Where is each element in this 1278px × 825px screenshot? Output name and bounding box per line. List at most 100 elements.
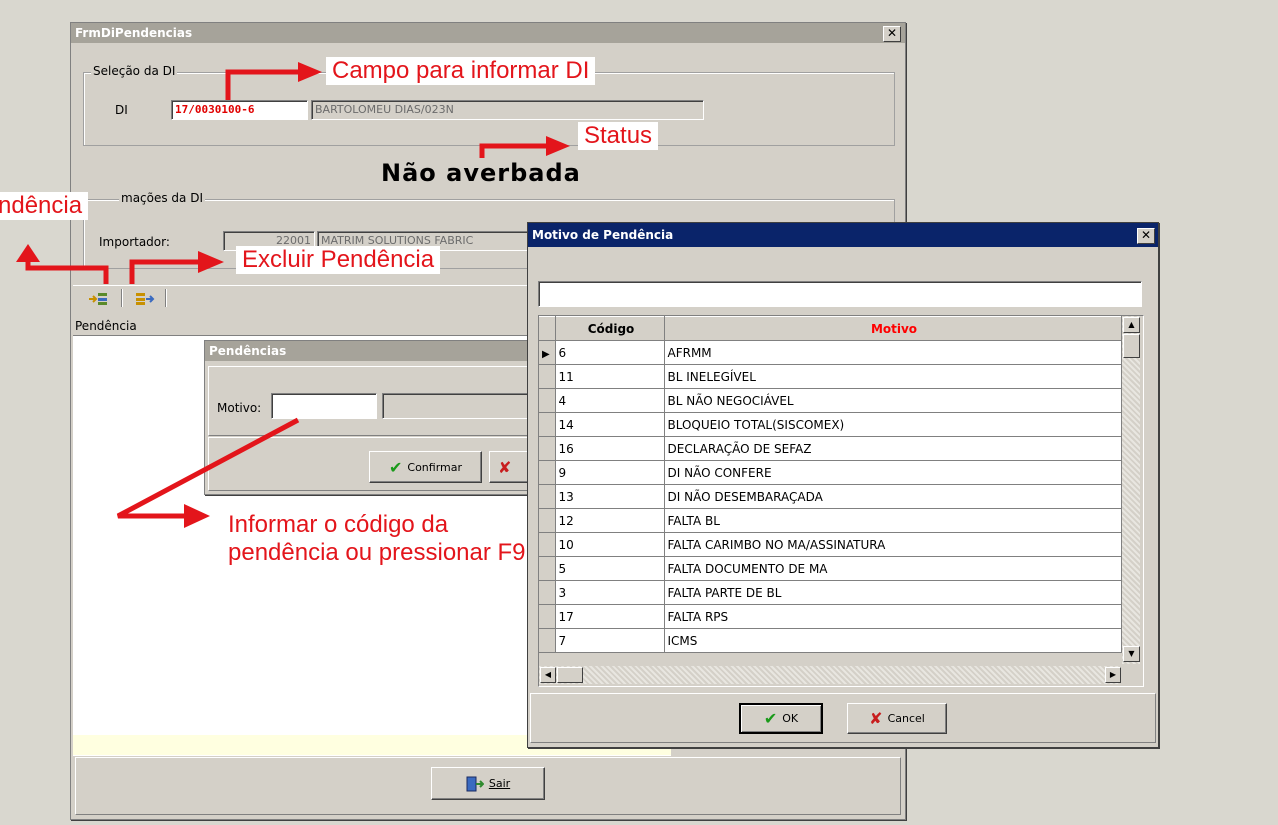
cancel-button[interactable]: ✘ Cancel bbox=[847, 703, 947, 734]
row-indicator[interactable] bbox=[539, 532, 556, 557]
motivo-search-input[interactable] bbox=[538, 281, 1142, 307]
motivo-dialog-title: Motivo de Pendência bbox=[528, 223, 1158, 247]
motivo-input[interactable] bbox=[271, 393, 377, 419]
cell-motivo[interactable]: AFRMM bbox=[664, 340, 1122, 365]
annotation-excluir: Excluir Pendência bbox=[236, 246, 441, 274]
row-indicator[interactable] bbox=[539, 580, 556, 605]
row-indicator[interactable] bbox=[539, 388, 556, 413]
table-row[interactable]: 3 FALTA PARTE DE BL bbox=[539, 580, 1122, 605]
row-indicator[interactable] bbox=[539, 484, 556, 509]
cell-codigo[interactable]: 17 bbox=[555, 604, 665, 629]
row-indicator[interactable] bbox=[539, 460, 556, 485]
cell-codigo[interactable]: 16 bbox=[555, 436, 665, 461]
cancelar-button[interactable]: ✘ bbox=[489, 451, 529, 483]
scroll-hthumb[interactable] bbox=[557, 667, 583, 683]
main-close-button[interactable]: ✕ bbox=[883, 26, 901, 42]
table-row[interactable]: 14 BLOQUEIO TOTAL(SISCOMEX) bbox=[539, 412, 1122, 437]
cell-motivo[interactable]: FALTA RPS bbox=[664, 604, 1122, 629]
door-exit-icon bbox=[466, 776, 484, 791]
cell-motivo[interactable]: FALTA PARTE DE BL bbox=[664, 580, 1122, 605]
motivo-description bbox=[382, 393, 530, 419]
cell-codigo[interactable]: 4 bbox=[555, 388, 665, 413]
table-row[interactable]: 10 FALTA CARIMBO NO MA/ASSINATURA bbox=[539, 532, 1122, 557]
remove-pendencia-button[interactable] bbox=[125, 288, 165, 310]
row-indicator[interactable] bbox=[539, 436, 556, 461]
cell-motivo[interactable]: BL NÃO NEGOCIÁVEL bbox=[664, 388, 1122, 413]
close-icon: ✕ bbox=[1140, 228, 1152, 242]
scroll-left-button[interactable]: ◀ bbox=[540, 667, 556, 683]
motivo-grid: Código Motivo ▶ 6 AFRMM 11 BL INELEGÍVEL 4 BL … bbox=[538, 315, 1144, 687]
table-row[interactable]: 13 DI NÃO DESEMBARAÇADA bbox=[539, 484, 1122, 509]
add-pendencia-button[interactable] bbox=[76, 288, 120, 310]
pendencias-dialog-title: Pendências bbox=[205, 341, 533, 361]
table-row[interactable]: 16 DECLARAÇÃO DE SEFAZ bbox=[539, 436, 1122, 461]
sair-button[interactable]: Sair bbox=[431, 767, 545, 800]
cell-motivo[interactable]: BL INELEGÍVEL bbox=[664, 364, 1122, 389]
cell-codigo[interactable]: 11 bbox=[555, 364, 665, 389]
x-icon: ✘ bbox=[869, 709, 883, 728]
cell-codigo[interactable]: 13 bbox=[555, 484, 665, 509]
table-row[interactable]: 9 DI NÃO CONFERE bbox=[539, 460, 1122, 485]
ok-button[interactable]: ✔ OK bbox=[739, 703, 823, 734]
cell-codigo[interactable]: 9 bbox=[555, 460, 665, 485]
header-codigo[interactable]: Código bbox=[555, 316, 665, 341]
scroll-right-button[interactable]: ▶ bbox=[1105, 667, 1121, 683]
table-row[interactable]: 7 ICMS bbox=[539, 628, 1122, 653]
row-indicator[interactable] bbox=[539, 412, 556, 437]
row-indicator[interactable] bbox=[539, 508, 556, 533]
cell-motivo[interactable]: ICMS bbox=[664, 628, 1122, 653]
scroll-up-button[interactable]: ▲ bbox=[1123, 317, 1140, 333]
sair-label: Sair bbox=[488, 777, 511, 790]
cell-codigo[interactable]: 3 bbox=[555, 580, 665, 605]
table-row[interactable]: 4 BL NÃO NEGOCIÁVEL bbox=[539, 388, 1122, 413]
cell-motivo[interactable]: FALTA CARIMBO NO MA/ASSINATURA bbox=[664, 532, 1122, 557]
motivo-close-button[interactable]: ✕ bbox=[1137, 228, 1155, 244]
row-indicator[interactable]: ▶ bbox=[539, 340, 556, 365]
di-input[interactable]: 17/0030100-6 bbox=[171, 100, 308, 120]
vertical-scrollbar[interactable] bbox=[1122, 316, 1140, 664]
cell-codigo[interactable]: 10 bbox=[555, 532, 665, 557]
motivo-table-header: Código Motivo bbox=[539, 316, 1122, 341]
table-row[interactable]: 17 FALTA RPS bbox=[539, 604, 1122, 629]
cell-motivo[interactable]: BLOQUEIO TOTAL(SISCOMEX) bbox=[664, 412, 1122, 437]
di-description: BARTOLOMEU DIAS/023N bbox=[311, 100, 704, 120]
cell-codigo[interactable]: 12 bbox=[555, 508, 665, 533]
scroll-down-button[interactable]: ▼ bbox=[1123, 646, 1140, 662]
cell-motivo[interactable]: DI NÃO DESEMBARAÇADA bbox=[664, 484, 1122, 509]
x-icon: ✘ bbox=[498, 457, 512, 477]
row-indicator[interactable] bbox=[539, 556, 556, 581]
cell-motivo[interactable]: DI NÃO CONFERE bbox=[664, 460, 1122, 485]
check-icon: ✔ bbox=[388, 457, 403, 477]
header-indicator bbox=[539, 316, 556, 341]
check-icon: ✔ bbox=[763, 709, 778, 728]
table-row[interactable]: 11 BL INELEGÍVEL bbox=[539, 364, 1122, 389]
annotation-informar: Informar o código da pendência ou pressi… bbox=[228, 511, 526, 566]
row-indicator[interactable] bbox=[539, 604, 556, 629]
header-motivo[interactable]: Motivo bbox=[664, 316, 1122, 341]
cell-motivo[interactable]: FALTA BL bbox=[664, 508, 1122, 533]
motivo-button-panel bbox=[530, 693, 1156, 743]
arrow-left-icon: ◀ bbox=[544, 670, 552, 679]
row-indicator[interactable] bbox=[539, 364, 556, 389]
table-row[interactable]: 12 FALTA BL bbox=[539, 508, 1122, 533]
horizontal-scrollbar[interactable] bbox=[539, 666, 1121, 684]
cell-codigo[interactable]: 14 bbox=[555, 412, 665, 437]
arrowhead-incluir bbox=[16, 244, 40, 262]
motivo-label: Motivo: bbox=[217, 401, 262, 415]
confirmar-button[interactable]: ✔ Confirmar bbox=[369, 451, 482, 483]
cell-codigo[interactable]: 6 bbox=[555, 340, 665, 365]
cell-motivo[interactable]: FALTA DOCUMENTO DE MA bbox=[664, 556, 1122, 581]
motivo-table: Código Motivo ▶ 6 AFRMM 11 BL INELEGÍVEL 4 BL … bbox=[539, 316, 1122, 653]
scroll-thumb[interactable] bbox=[1123, 334, 1140, 358]
row-pointer-icon: ▶ bbox=[542, 348, 550, 360]
cell-codigo[interactable]: 5 bbox=[555, 556, 665, 581]
arrow-right-icon: ▶ bbox=[1109, 670, 1117, 679]
row-indicator[interactable] bbox=[539, 628, 556, 653]
cell-motivo[interactable]: DECLARAÇÃO DE SEFAZ bbox=[664, 436, 1122, 461]
arrow-up-icon: ▲ bbox=[1128, 320, 1135, 329]
table-row[interactable]: ▶ 6 AFRMM bbox=[539, 340, 1122, 365]
table-row[interactable]: 5 FALTA DOCUMENTO DE MA bbox=[539, 556, 1122, 581]
cell-codigo[interactable]: 7 bbox=[555, 628, 665, 653]
add-pendencia-icon bbox=[89, 293, 107, 305]
toolbar-separator bbox=[121, 289, 123, 307]
